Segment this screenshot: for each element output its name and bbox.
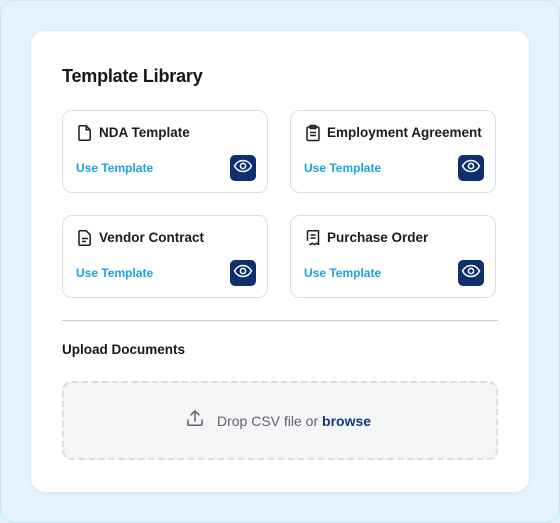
section-divider [62,320,498,321]
use-template-link[interactable]: Use Template [76,161,153,175]
eye-icon [461,264,481,283]
csv-dropzone[interactable]: Drop CSV file or browse [62,381,498,460]
clipboard-icon [304,124,322,142]
template-card-nda: NDA Template Use Template [62,110,268,193]
template-library-title: Template Library [62,66,203,86]
drop-text: Drop CSV file or [216,412,319,429]
template-card-vendor-contract: Vendor Contract Use Template [62,215,268,298]
view-template-button[interactable] [230,260,256,286]
template-name: Vendor Contract [99,230,205,245]
use-template-link[interactable]: Use Template [76,266,153,280]
use-template-link[interactable]: Use Template [304,161,381,175]
eye-icon [233,159,253,178]
browse-link[interactable]: browse [322,413,371,429]
use-template-link[interactable]: Use Template [304,266,381,280]
template-name: NDA Template [99,125,190,140]
document-icon [76,124,94,142]
upload-icon [185,408,205,433]
view-template-button[interactable] [458,155,484,181]
contract-icon [76,229,94,247]
receipt-icon [304,229,322,247]
upload-documents-title: Upload Documents [62,342,186,357]
eye-icon [461,159,481,178]
template-name: Employment Agreement [327,125,482,140]
eye-icon [233,264,253,283]
drop-instruction: Drop CSV file or browse [217,413,371,429]
template-library-card: Template Library NDA Template Use Templa… [31,31,529,492]
template-card-employment-agreement: Employment Agreement Use Template [290,110,496,193]
view-template-button[interactable] [458,260,484,286]
template-name: Purchase Order [327,230,429,245]
template-card-purchase-order: Purchase Order Use Template [290,215,496,298]
view-template-button[interactable] [230,155,256,181]
